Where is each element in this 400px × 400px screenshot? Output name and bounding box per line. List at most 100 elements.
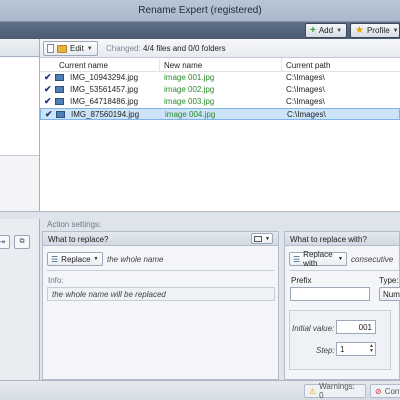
file-row[interactable]: ✔ IMG_10943294.jpg image 001.jpg C:\Imag… <box>40 72 400 84</box>
chevron-down-icon: ▼ <box>93 256 99 262</box>
column-divider[interactable] <box>159 58 160 72</box>
status-bar: ⚠ Warnings: 0 ⊘ Confl <box>0 380 400 400</box>
current-name-cell: IMG_87560194.jpg <box>71 110 140 119</box>
list-icon: ☰ <box>51 254 59 264</box>
divider <box>289 270 399 271</box>
view-options-button[interactable]: ▼ <box>251 233 273 244</box>
new-name-cell: image 003.jpg <box>164 97 215 106</box>
add-label: Add <box>318 26 334 35</box>
warnings-indicator[interactable]: ⚠ Warnings: 0 <box>304 382 366 400</box>
warning-icon: ⚠ <box>309 386 317 396</box>
replace-mode-label: Replace <box>61 254 91 264</box>
path-cell: C:\Images\ <box>286 73 325 82</box>
step-value: 1 <box>340 345 345 354</box>
file-list: ✔ IMG_10943294.jpg image 001.jpg C:\Imag… <box>40 72 400 211</box>
prefix-label: Prefix <box>291 276 312 285</box>
edit-label: Edit <box>70 44 84 53</box>
info-box: the whole name will be replaced <box>47 287 275 301</box>
profile-label: Profile <box>366 26 390 35</box>
column-current-name[interactable]: Current name <box>59 61 108 70</box>
divider <box>47 270 274 271</box>
initial-value: 001 <box>358 323 372 332</box>
new-name-cell: image 001.jpg <box>164 73 215 82</box>
checkbox-checked-icon[interactable]: ✔ <box>44 72 52 83</box>
chevron-down-icon: ▼ <box>86 45 93 52</box>
window-icon <box>254 235 262 242</box>
image-file-icon <box>55 86 64 93</box>
chevron-down-icon: ▼ <box>392 27 399 34</box>
checkbox-checked-icon[interactable]: ✔ <box>45 109 53 120</box>
step-input[interactable]: 1 ▲ ▼ <box>336 342 376 356</box>
copy-icon[interactable]: ⧉ <box>14 235 30 249</box>
column-new-name[interactable]: New name <box>164 61 202 70</box>
current-name-cell: IMG_64718486.jpg <box>70 97 139 106</box>
edit-button[interactable]: Edit ▼ <box>43 41 98 56</box>
replace-mode-dropdown[interactable]: ☰ Replace ▼ <box>47 252 103 266</box>
step-label: Step: <box>316 346 335 355</box>
changed-value: 4/4 files and 0/0 folders <box>142 44 226 53</box>
replace-with-panel-title: What to replace with? <box>290 235 367 244</box>
counter-settings-box: Initial value: 001 Step: 1 ▲ ▼ <box>289 310 391 370</box>
main-toolbar: + Add ▼ ★ Profile ▼ <box>0 22 400 39</box>
type-value: Num <box>383 289 400 299</box>
column-current-path[interactable]: Current path <box>286 61 330 70</box>
profile-button[interactable]: ★ Profile ▼ <box>350 23 400 38</box>
replace-panel: What to replace? ▼ ☰ Replace ▼ the whole… <box>42 231 279 380</box>
replace-panel-header: What to replace? <box>43 232 278 246</box>
initial-value-label: Initial value: <box>292 324 335 333</box>
type-label: Type: <box>379 276 399 285</box>
folder-icon <box>57 44 67 53</box>
replace-with-panel: What to replace with? ☰ Replace with ▼ c… <box>284 231 400 380</box>
image-file-icon <box>56 111 65 118</box>
left-actions-panel: ⇥ ⧉ <box>0 211 40 380</box>
path-cell: C:\Images\ <box>286 85 325 94</box>
conflicts-label: Confl <box>384 386 400 396</box>
file-row[interactable]: ✔ IMG_53561457.jpg image 002.jpg C:\Imag… <box>40 84 400 96</box>
move-icon[interactable]: ⇥ <box>0 235 10 249</box>
type-dropdown[interactable]: Num <box>379 287 400 301</box>
document-icon <box>47 44 54 53</box>
left-panel <box>0 39 40 211</box>
replace-with-label: Replace with <box>303 250 333 268</box>
horizontal-splitter[interactable] <box>0 211 400 219</box>
add-button[interactable]: + Add ▼ <box>305 23 347 38</box>
replace-with-panel-header: What to replace with? <box>285 232 399 246</box>
action-settings-label: Action settings: <box>47 220 102 229</box>
file-list-header: Current name New name Current path <box>40 58 400 72</box>
left-panel-list[interactable] <box>0 58 39 156</box>
info-label: Info: <box>48 276 64 285</box>
replace-with-value: consecutive <box>351 255 394 264</box>
prefix-input[interactable] <box>290 287 370 301</box>
file-row-selected[interactable]: ✔ IMG_87560194.jpg image 004.jpg C:\Imag… <box>40 108 400 120</box>
image-file-icon <box>55 74 64 81</box>
title-bar: Rename Expert (registered) <box>0 0 400 22</box>
info-text: the whole name will be replaced <box>52 290 166 299</box>
spinner-arrows-icon[interactable]: ▲ ▼ <box>369 344 374 354</box>
chevron-down-icon: ▼ <box>336 27 343 34</box>
left-panel-header <box>0 39 39 57</box>
conflicts-indicator[interactable]: ⊘ Confl <box>370 384 400 398</box>
initial-value-input[interactable]: 001 <box>336 320 376 334</box>
checkbox-checked-icon[interactable]: ✔ <box>44 84 52 95</box>
new-name-cell: image 004.jpg <box>165 110 216 119</box>
file-row[interactable]: ✔ IMG_64718486.jpg image 003.jpg C:\Imag… <box>40 96 400 108</box>
chevron-down-icon: ▼ <box>338 256 343 262</box>
list-toolbar: Edit ▼ Changed: 4/4 files and 0/0 folder… <box>40 39 400 58</box>
current-name-cell: IMG_10943294.jpg <box>70 73 139 82</box>
list-icon: ☰ <box>293 254 301 264</box>
changed-label: Changed: <box>106 44 141 53</box>
path-cell: C:\Images\ <box>286 97 325 106</box>
path-cell: C:\Images\ <box>287 110 326 119</box>
replace-with-dropdown[interactable]: ☰ Replace with ▼ <box>289 250 347 268</box>
plus-icon: + <box>310 24 316 36</box>
window-title: Rename Expert (registered) <box>138 5 262 16</box>
star-icon: ★ <box>355 24 364 36</box>
warnings-label: Warnings: 0 <box>319 382 355 400</box>
conflict-icon: ⊘ <box>375 386 382 396</box>
image-file-icon <box>55 98 64 105</box>
checkbox-checked-icon[interactable]: ✔ <box>44 96 52 107</box>
current-name-cell: IMG_53561457.jpg <box>70 85 139 94</box>
chevron-down-icon: ▼ <box>265 235 270 242</box>
new-name-cell: image 002.jpg <box>164 85 215 94</box>
column-divider[interactable] <box>281 58 282 72</box>
